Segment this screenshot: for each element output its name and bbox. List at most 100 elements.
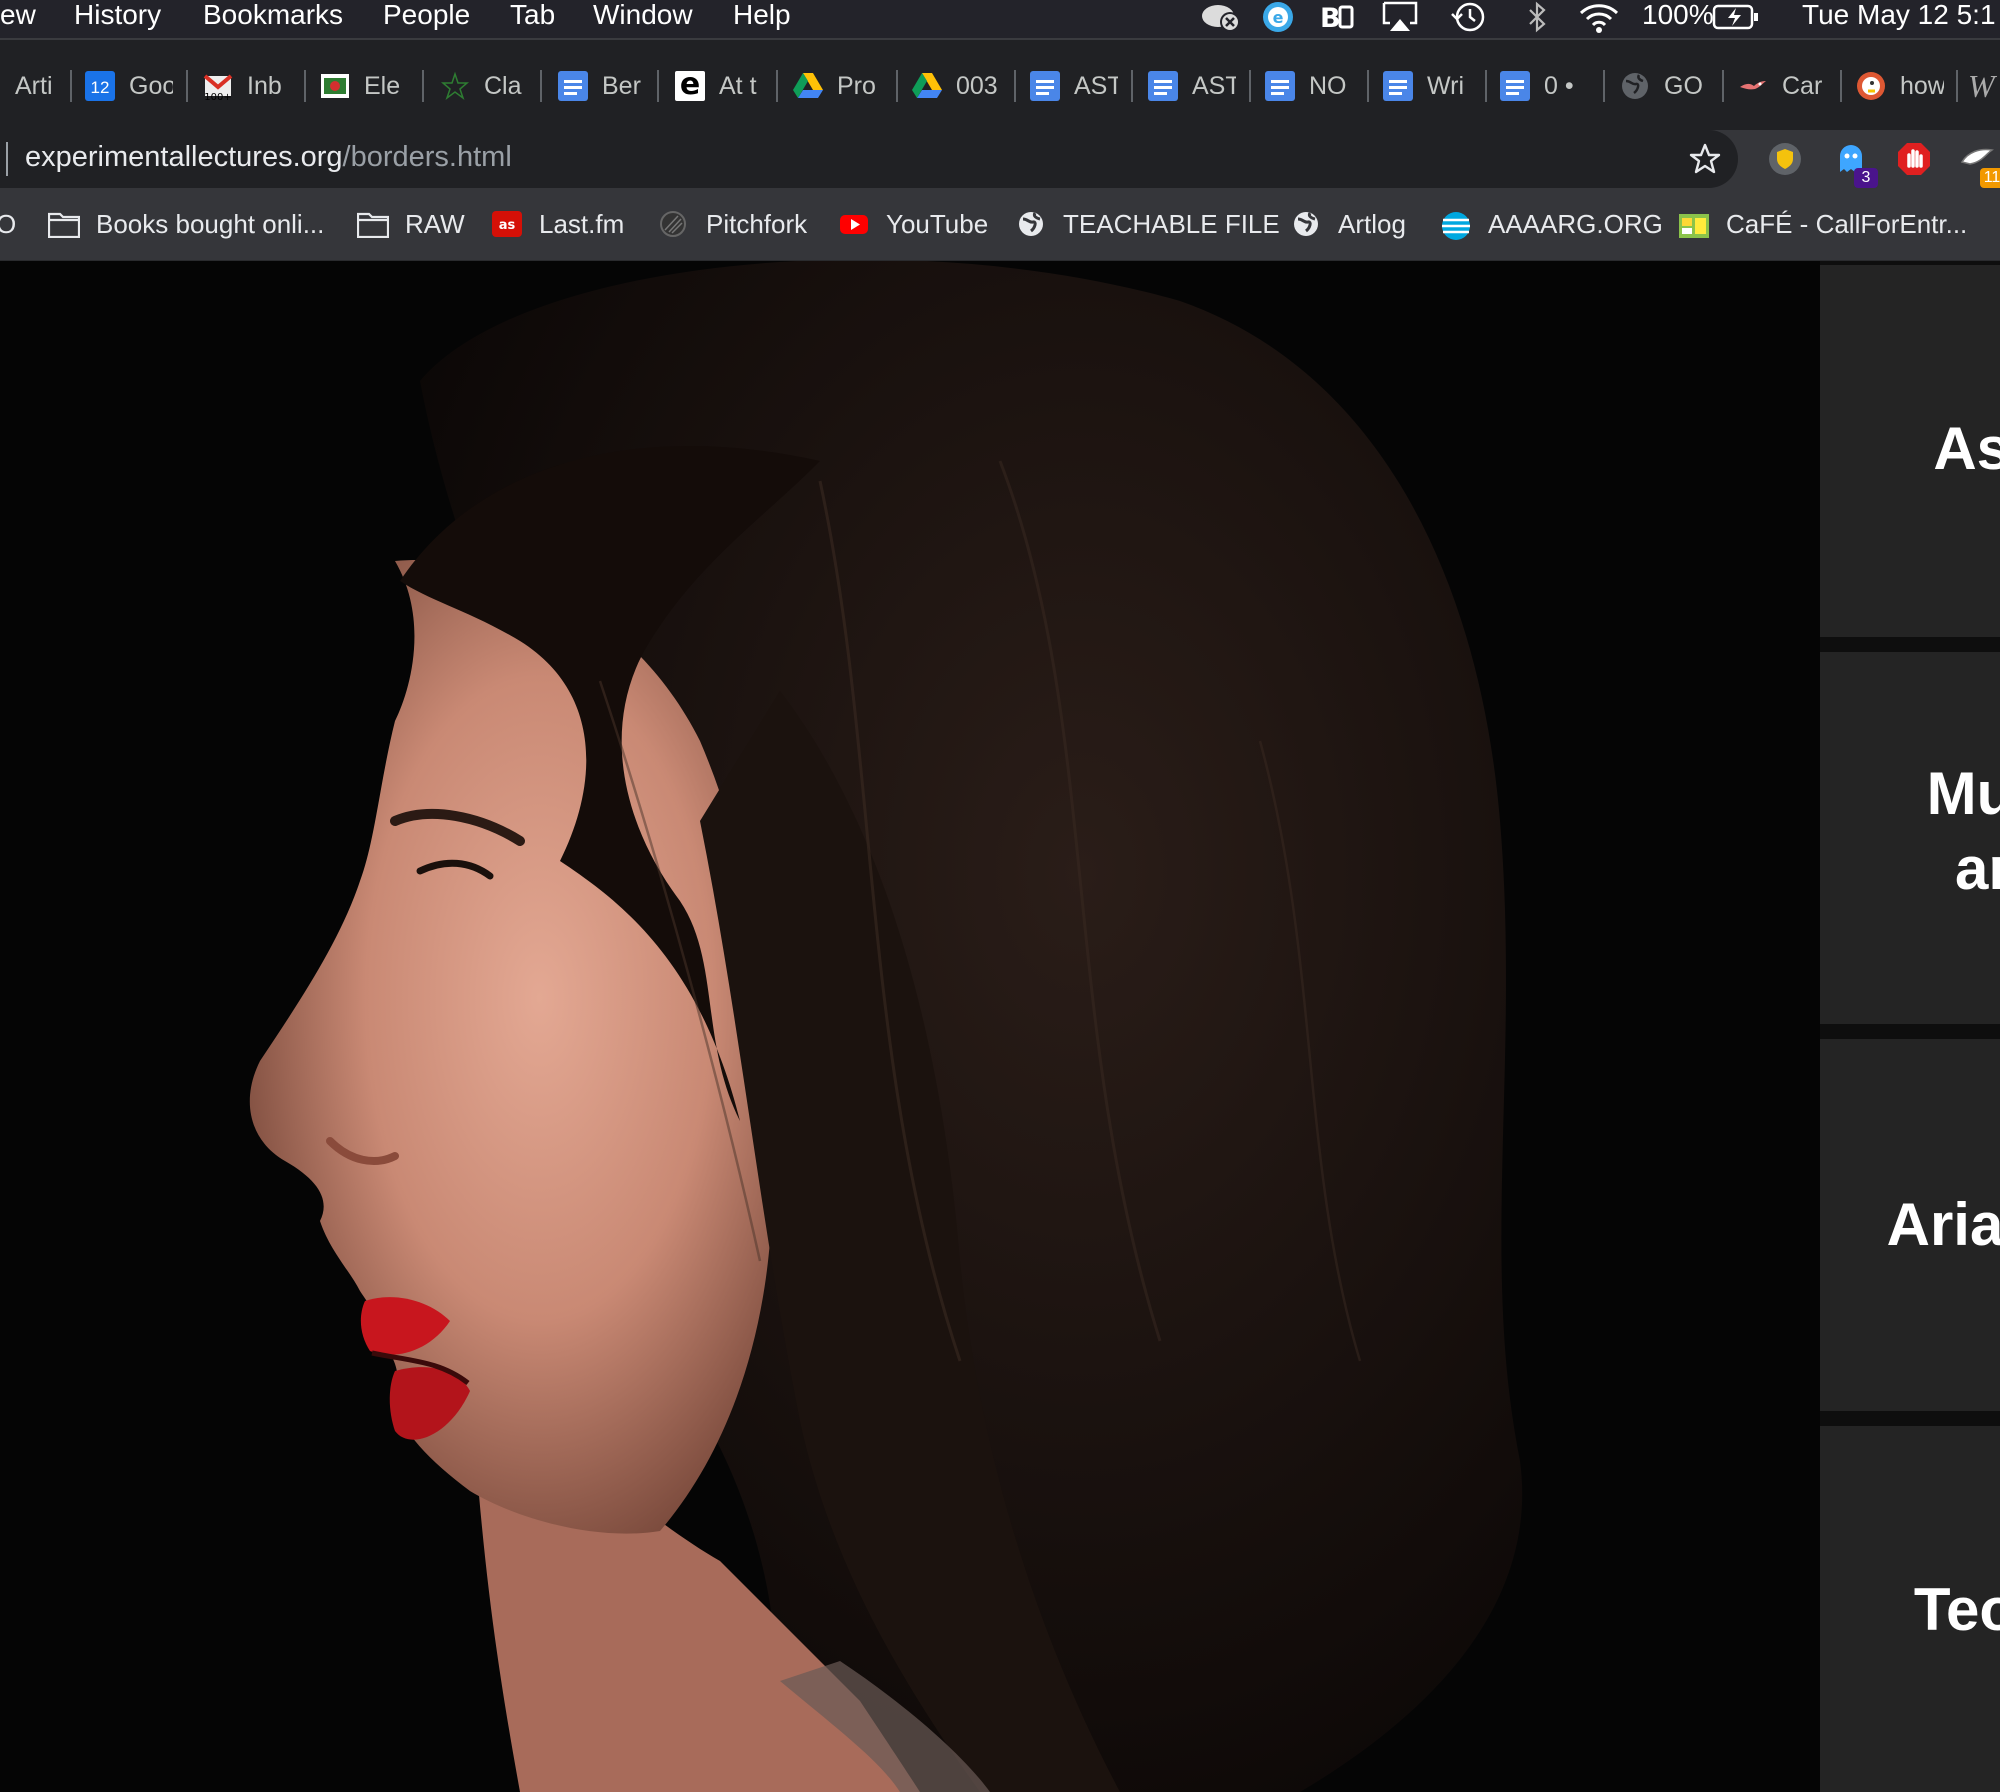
tab-label: GO — [1664, 71, 1703, 100]
bluetooth-icon[interactable] — [1525, 0, 1549, 34]
speaker-card[interactable]: Ash — [1820, 265, 2000, 637]
menu-view[interactable]: ew — [0, 0, 36, 30]
bookmark-lastfm[interactable]: as Last.fm — [491, 206, 624, 242]
electron-icon — [320, 71, 350, 101]
tab-separator — [304, 70, 306, 102]
tab-inbox[interactable]: 100+ Inb — [203, 66, 291, 106]
bookmark-label: AAAARG.ORG — [1488, 208, 1663, 239]
bookmark-label: Last.fm — [539, 208, 625, 239]
airplay-icon[interactable] — [1380, 0, 1420, 34]
macos-menu-bar: ew History Bookmarks People Tab Window H… — [0, 0, 2000, 38]
bookmark-truncated[interactable]: O — [0, 206, 16, 242]
speaker-card[interactable]: Teo v — [1820, 1426, 2000, 1792]
bookmark-label: TEACHABLE FILE — [1063, 208, 1280, 239]
menu-tab[interactable]: Tab — [510, 0, 555, 30]
tab-separator — [1014, 70, 1016, 102]
speaker-card-title: Ash — [1933, 415, 2000, 482]
tab-label: Ele — [364, 71, 401, 100]
video-frame-portrait — [0, 261, 1820, 1792]
tab-google-doc-ast-2[interactable]: AST — [1148, 66, 1236, 106]
tab-label: At t — [719, 71, 757, 100]
tab-cla[interactable]: Cla — [440, 66, 525, 106]
bookmark-label: Pitchfork — [706, 208, 808, 239]
tab-label: NO — [1309, 71, 1347, 100]
tab-car[interactable]: Car — [1738, 66, 1826, 106]
url-path: /borders.html — [342, 141, 512, 173]
tab-separator — [540, 70, 542, 102]
bookmark-cafe[interactable]: CaFÉ - CallForEntr... — [1678, 206, 1967, 242]
bookmark-youtube[interactable]: YouTube — [838, 206, 988, 242]
url-text[interactable]: experimentallectures.org/borders.html — [25, 141, 512, 174]
tab-google-doc-ast-1[interactable]: AST — [1030, 66, 1118, 106]
time-machine-icon[interactable] — [1450, 0, 1488, 34]
bookmark-label: YouTube — [886, 208, 989, 239]
tab-separator — [1485, 70, 1487, 102]
tab-separator — [186, 70, 188, 102]
speaker-card[interactable]: Ariana — [1820, 1039, 2000, 1411]
bookmark-label: RAW — [405, 208, 465, 239]
ghostery-icon[interactable]: 3 — [1834, 142, 1878, 188]
globe-icon — [1620, 71, 1650, 101]
menu-help[interactable]: Help — [733, 0, 791, 30]
google-docs-icon — [1383, 71, 1413, 101]
menu-bookmarks[interactable]: Bookmarks — [203, 0, 343, 30]
menubar-clock[interactable]: Tue May 12 5:1 — [1802, 0, 1996, 30]
tab-separator — [1131, 70, 1133, 102]
tab-go[interactable]: GO — [1620, 66, 1708, 106]
globe-icon — [1290, 210, 1322, 238]
bookmark-label: O — [0, 208, 17, 239]
tab-google-calendar[interactable]: 12 Goo — [85, 66, 173, 106]
tab-google-doc-ber[interactable]: Ber — [558, 66, 643, 106]
duckduckgo-icon — [1856, 71, 1886, 101]
tab-google-doc-0[interactable]: 0 • — [1500, 66, 1592, 106]
tab-label: 003 — [956, 71, 998, 100]
folder-icon — [47, 210, 81, 239]
svg-text:e: e — [1273, 8, 1284, 27]
page-content: Ash Muir an Ariana Teo v — [0, 261, 2000, 1792]
bookmark-star-icon[interactable] — [1688, 142, 1722, 181]
bookmark-teachable-file[interactable]: TEACHABLE FILE — [1015, 206, 1280, 242]
wifi-icon[interactable] — [1578, 0, 1620, 34]
bookmark-artlog[interactable]: Artlog — [1290, 206, 1406, 242]
tab-article[interactable]: Arti — [15, 66, 57, 106]
speaker-card-title: Muir an — [1926, 760, 2000, 902]
tab-google-doc-wri[interactable]: Wri — [1383, 66, 1471, 106]
extension-shield-icon[interactable] — [1768, 142, 1802, 176]
tab-strip: Arti 12 Goo 100+ Inb Ele Cla Ber e At t — [0, 38, 2000, 132]
creative-cloud-icon[interactable] — [1200, 0, 1242, 34]
e-app-icon[interactable]: e — [1262, 0, 1294, 34]
battery-charging-icon[interactable] — [1712, 0, 1760, 34]
tab-label: Wri — [1427, 71, 1465, 100]
tab-wikipedia[interactable]: W — [1968, 66, 2000, 106]
last-extension-icon[interactable]: 11 — [1960, 142, 2000, 188]
speaker-card-title: Teo v — [1913, 1576, 2000, 1643]
tab-duckduckgo[interactable]: how — [1856, 66, 1944, 106]
tab-separator — [1367, 70, 1369, 102]
google-docs-icon — [1500, 71, 1530, 101]
menu-window[interactable]: Window — [593, 0, 693, 30]
google-docs-icon — [1148, 71, 1178, 101]
bookmark-books-bought-online[interactable]: Books bought onli... — [47, 206, 324, 242]
pitchfork-icon — [658, 210, 690, 238]
browser-toolbar: experimentallectures.org/borders.html 3 … — [0, 130, 2000, 188]
menu-history[interactable]: History — [74, 0, 161, 30]
bbedit-icon[interactable]: B — [1320, 0, 1356, 34]
tab-google-doc-no[interactable]: NO — [1265, 66, 1353, 106]
adblock-hand-icon[interactable] — [1897, 142, 1931, 176]
tab-electron[interactable]: Ele — [320, 66, 410, 106]
bookmark-raw[interactable]: RAW — [356, 206, 465, 242]
tab-separator — [1249, 70, 1251, 102]
tab-separator — [422, 70, 424, 102]
speaker-card[interactable]: Muir an — [1820, 652, 2000, 1024]
menu-people[interactable]: People — [383, 0, 470, 30]
tab-google-drive-003[interactable]: 003 — [912, 66, 1000, 106]
tab-e-flux[interactable]: e At t — [675, 66, 765, 106]
bookmark-pitchfork[interactable]: Pitchfork — [658, 206, 807, 242]
bookmark-aaaarg[interactable]: AAAARG.ORG — [1440, 206, 1663, 242]
video-player[interactable] — [0, 261, 1820, 1792]
address-bar[interactable]: experimentallectures.org/borders.html — [0, 130, 1738, 188]
tab-google-drive-pro[interactable]: Pro — [793, 66, 881, 106]
bird-icon — [1738, 71, 1768, 101]
google-calendar-icon: 12 — [85, 71, 115, 101]
youtube-icon — [838, 210, 870, 238]
